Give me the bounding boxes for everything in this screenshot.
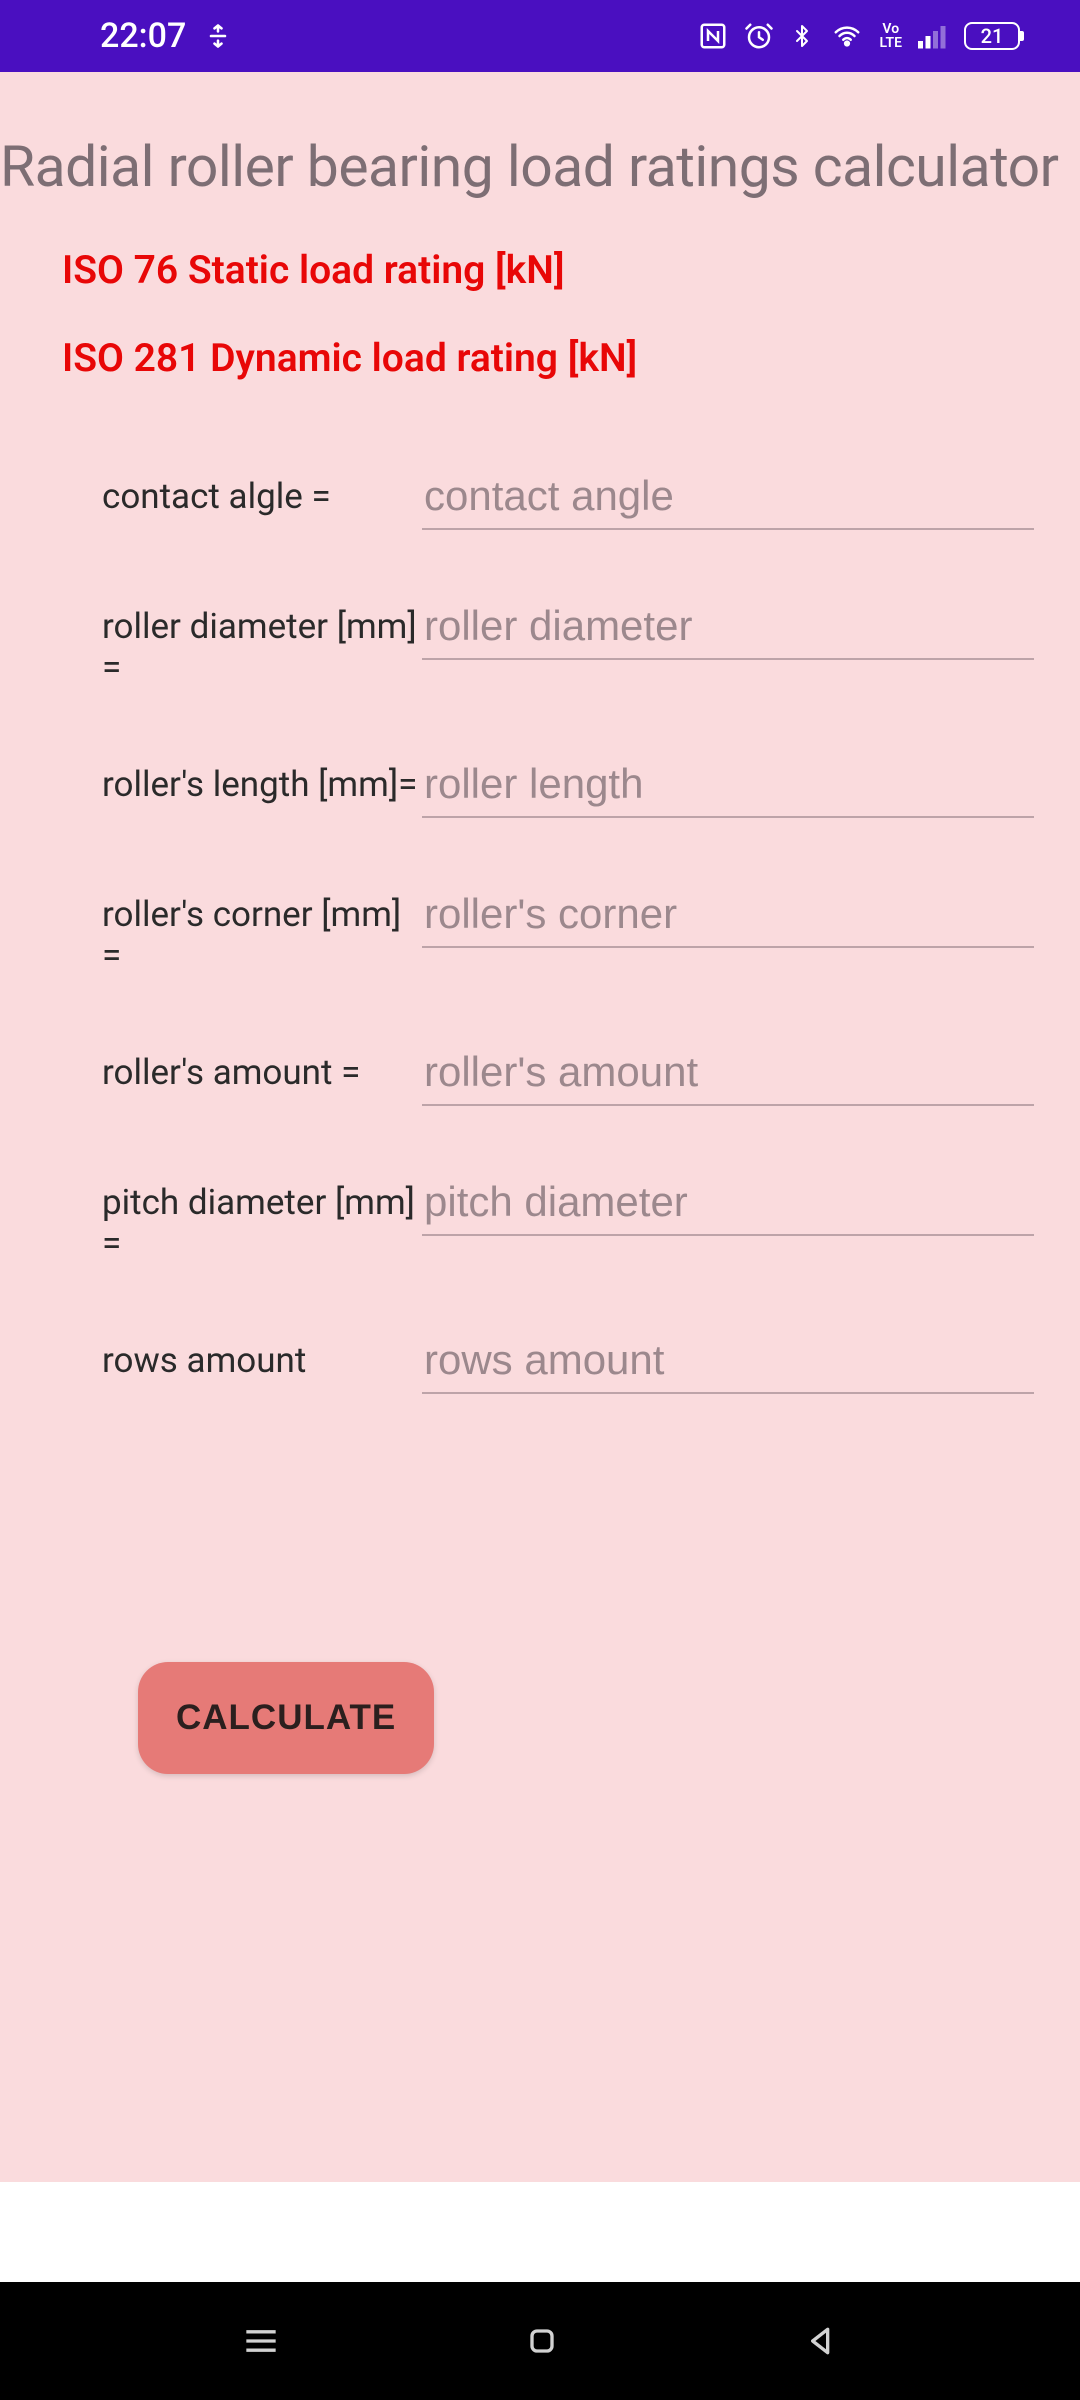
page-title: Radial roller bearing load ratings calcu… — [0, 72, 1080, 202]
input-contact-angle[interactable] — [422, 468, 1034, 530]
recent-apps-icon[interactable] — [239, 2319, 283, 2363]
label-roller-diameter: roller diameter [mm] = — [102, 598, 422, 688]
navigation-bar — [0, 2282, 1080, 2400]
input-roller-diameter[interactable] — [422, 598, 1034, 660]
field-row-roller-corner: roller's corner [mm] = — [0, 886, 1080, 976]
main-content: Radial roller bearing load ratings calcu… — [0, 72, 1080, 1774]
dynamic-load-output: ISO 281 Dynamic load rating [kN] — [62, 335, 1080, 381]
field-row-roller-length: roller's length [mm]= — [0, 756, 1080, 818]
input-roller-corner[interactable] — [422, 886, 1034, 948]
label-pitch-diameter: pitch diameter [mm] = — [102, 1174, 422, 1264]
input-fields: contact algle = roller diameter [mm] = r… — [0, 423, 1080, 1394]
bluetooth-icon — [790, 20, 814, 52]
input-rows-amount[interactable] — [422, 1332, 1034, 1394]
field-row-rows-amount: rows amount — [0, 1332, 1080, 1394]
label-rows-amount: rows amount — [102, 1332, 422, 1381]
label-roller-corner: roller's corner [mm] = — [102, 886, 422, 976]
calculate-button[interactable]: CALCULATE — [138, 1662, 434, 1774]
input-roller-amount[interactable] — [422, 1044, 1034, 1106]
status-time: 22:07 — [100, 16, 186, 56]
status-bar: 22:07 VoLTE — [0, 0, 1080, 72]
volte-icon: VoLTE — [880, 22, 902, 50]
field-row-pitch-diameter: pitch diameter [mm] = — [0, 1174, 1080, 1264]
static-load-output: ISO 76 Static load rating [kN] — [62, 247, 1080, 293]
field-row-contact-angle: contact algle = — [0, 468, 1080, 530]
field-row-roller-diameter: roller diameter [mm] = — [0, 598, 1080, 688]
status-left: 22:07 — [100, 16, 232, 56]
sync-icon — [204, 22, 232, 50]
home-icon[interactable] — [522, 2321, 562, 2361]
label-roller-length: roller's length [mm]= — [102, 756, 422, 805]
nfc-icon — [698, 21, 728, 51]
field-row-roller-amount: roller's amount = — [0, 1044, 1080, 1106]
battery-icon: 21 — [964, 22, 1020, 50]
battery-level: 21 — [981, 24, 1004, 48]
label-roller-amount: roller's amount = — [102, 1044, 422, 1093]
input-pitch-diameter[interactable] — [422, 1174, 1034, 1236]
bottom-strip — [0, 2182, 1080, 2282]
outputs-section: ISO 76 Static load rating [kN] ISO 281 D… — [0, 202, 1080, 381]
input-roller-length[interactable] — [422, 756, 1034, 818]
status-right: VoLTE 21 — [698, 20, 1020, 52]
label-contact-angle: contact algle = — [102, 468, 422, 517]
alarm-icon — [744, 21, 774, 51]
wifi-icon — [830, 21, 864, 51]
signal-icon — [918, 23, 948, 49]
back-icon[interactable] — [801, 2321, 841, 2361]
